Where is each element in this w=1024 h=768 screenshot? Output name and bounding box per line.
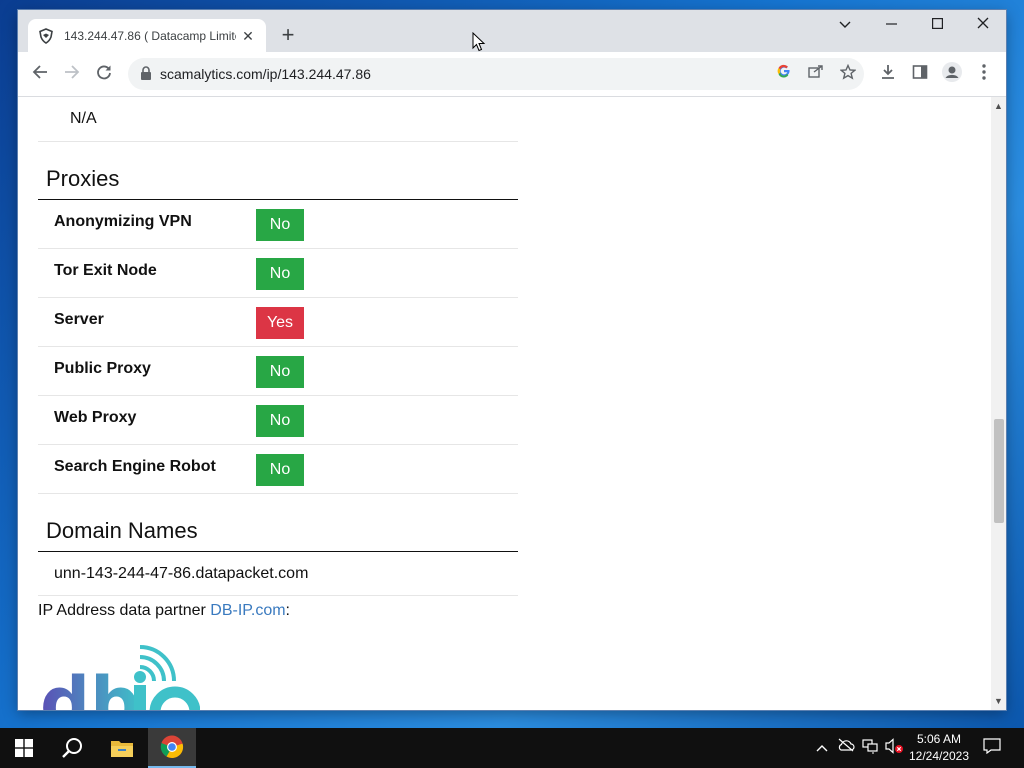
proxy-row-label: Public Proxy xyxy=(54,360,151,377)
lock-icon xyxy=(140,66,154,82)
side-panel-icon[interactable] xyxy=(908,62,932,86)
ip-details-content: N/A Proxies Anonymizing VPN No Tor Exit No… xyxy=(38,97,518,596)
scrollbar-thumb[interactable] xyxy=(994,419,1004,523)
tab-bar: 143.244.47.86 ( Datacamp Limite ✕ + xyxy=(18,10,1006,52)
proxy-status-badge: No xyxy=(256,454,304,486)
google-icon[interactable] xyxy=(774,64,794,84)
address-bar[interactable]: scamalytics.com/ip/143.244.47.86 xyxy=(128,58,864,90)
na-row: N/A xyxy=(38,97,518,142)
domain-names-section-header: Domain Names xyxy=(38,494,518,552)
proxy-row: Server Yes xyxy=(38,298,518,347)
data-partner-line: IP Address data partner DB-IP.com: xyxy=(38,602,290,620)
scroll-up-arrow-icon[interactable]: ▲ xyxy=(991,99,1006,113)
proxy-row-label: Web Proxy xyxy=(54,409,137,426)
browser-window: 143.244.47.86 ( Datacamp Limite ✕ + scam… xyxy=(18,10,1006,710)
network-icon[interactable] xyxy=(860,738,880,758)
forward-icon[interactable] xyxy=(60,62,84,86)
vertical-scrollbar[interactable]: ▲ ▼ xyxy=(991,97,1006,710)
tab-active[interactable]: 143.244.47.86 ( Datacamp Limite ✕ xyxy=(28,19,266,52)
na-value: N/A xyxy=(70,110,97,127)
windows-taskbar: 5:06 AM 12/24/2023 xyxy=(0,728,1024,768)
url-text: scamalytics.com/ip/143.244.47.86 xyxy=(160,66,371,82)
domain-name-row: unn-143-244-47-86.datapacket.com xyxy=(38,552,518,596)
maximize-icon[interactable] xyxy=(914,10,960,40)
tab-title: 143.244.47.86 ( Datacamp Limite xyxy=(64,28,236,43)
back-icon[interactable] xyxy=(28,62,52,86)
proxy-status-badge: No xyxy=(256,356,304,388)
download-icon[interactable] xyxy=(876,62,900,86)
proxy-status-badge: No xyxy=(256,405,304,437)
file-explorer-icon[interactable] xyxy=(98,728,146,768)
proxy-row-label: Anonymizing VPN xyxy=(54,213,192,230)
system-clock[interactable]: 5:06 AM 12/24/2023 xyxy=(904,731,974,765)
proxies-table: Anonymizing VPN No Tor Exit Node No Server Ye… xyxy=(38,200,518,494)
proxy-status-badge: No xyxy=(256,258,304,290)
proxy-row: Public Proxy No xyxy=(38,347,518,396)
browser-toolbar: scamalytics.com/ip/143.244.47.86 xyxy=(18,52,1006,97)
proxies-section-header: Proxies xyxy=(38,142,518,200)
dbip-logo[interactable]: db xyxy=(40,637,200,710)
proxies-heading: Proxies xyxy=(46,166,120,191)
proxy-status-badge: Yes xyxy=(256,307,304,339)
new-tab-button[interactable]: + xyxy=(276,23,300,47)
share-icon[interactable] xyxy=(806,64,826,84)
proxy-row: Anonymizing VPN No xyxy=(38,200,518,249)
proxy-row: Tor Exit Node No xyxy=(38,249,518,298)
proxy-status-badge: No xyxy=(256,209,304,241)
reload-icon[interactable] xyxy=(92,62,116,86)
svg-text:db: db xyxy=(40,662,140,710)
clock-time: 5:06 AM xyxy=(916,732,962,746)
proxy-row-label: Search Engine Robot xyxy=(54,458,216,475)
page-viewport: N/A Proxies Anonymizing VPN No Tor Exit No… xyxy=(18,97,1006,710)
scroll-down-arrow-icon[interactable]: ▼ xyxy=(991,694,1006,708)
domain-name-value: unn-143-244-47-86.datapacket.com xyxy=(54,565,309,582)
minimize-icon[interactable] xyxy=(868,10,914,40)
cloud-offline-icon[interactable] xyxy=(836,738,856,758)
search-icon[interactable] xyxy=(48,728,96,768)
bookmark-star-icon[interactable] xyxy=(838,63,858,84)
start-windows-icon[interactable] xyxy=(0,728,48,768)
shield-icon xyxy=(38,27,54,44)
proxy-row: Web Proxy No xyxy=(38,396,518,445)
volume-muted-icon[interactable] xyxy=(884,738,904,758)
db-ip-link[interactable]: DB-IP.com xyxy=(210,602,285,619)
mouse-cursor-icon xyxy=(472,31,486,52)
tab-search-icon[interactable] xyxy=(822,10,868,40)
menu-kebab-icon[interactable] xyxy=(972,62,996,86)
partner-suffix: : xyxy=(285,602,290,619)
close-window-icon[interactable] xyxy=(960,10,1006,40)
partner-text: IP Address data partner xyxy=(38,602,211,619)
tab-close-icon[interactable]: ✕ xyxy=(240,28,256,44)
domain-names-heading: Domain Names xyxy=(46,518,198,543)
proxy-row-label: Tor Exit Node xyxy=(54,262,157,279)
chevron-up-icon[interactable] xyxy=(812,738,832,758)
proxy-row-label: Server xyxy=(54,311,104,328)
profile-avatar-icon[interactable] xyxy=(940,62,964,86)
chrome-taskbar-icon[interactable] xyxy=(148,728,196,768)
clock-date: 12/24/2023 xyxy=(908,749,970,763)
notification-icon[interactable] xyxy=(982,738,1002,758)
proxy-row: Search Engine Robot No xyxy=(38,445,518,494)
